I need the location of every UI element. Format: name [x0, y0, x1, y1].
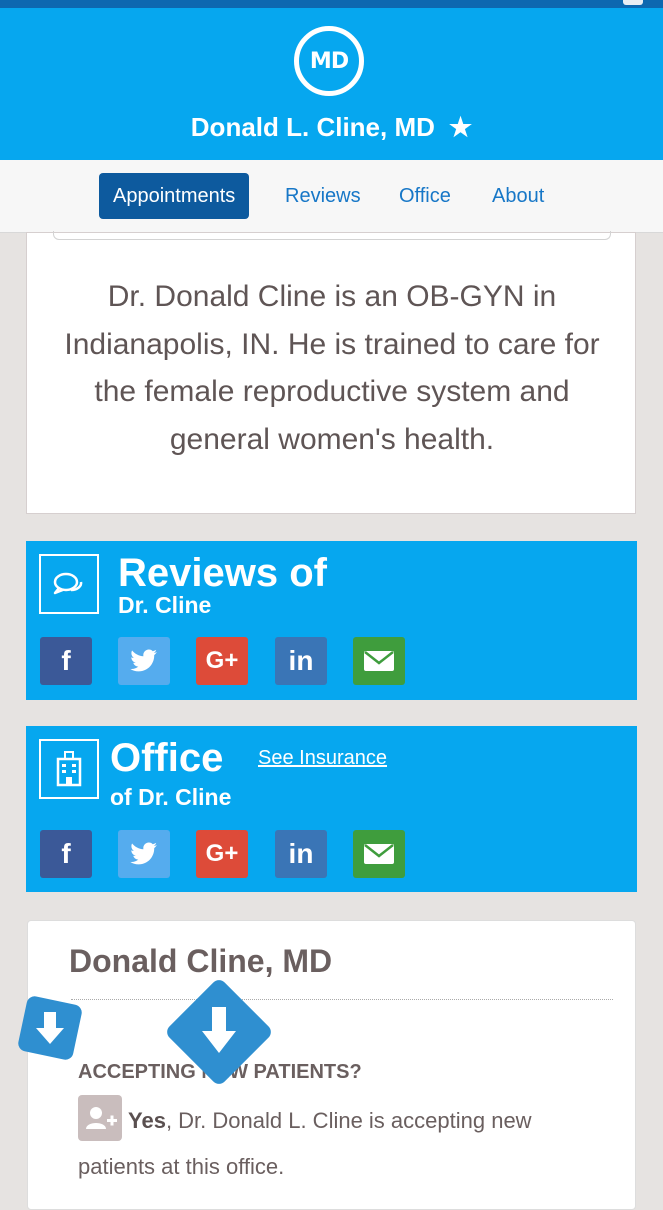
- google-plus-share-button[interactable]: G+: [196, 830, 248, 878]
- office-doctor-name: Donald Cline, MD: [69, 943, 333, 979]
- twitter-icon: [130, 842, 157, 865]
- status-indicator: [623, 0, 643, 5]
- md-logo[interactable]: MD: [294, 26, 364, 96]
- linkedin-icon: in: [288, 838, 314, 869]
- chat-bubbles-icon: [39, 554, 99, 614]
- envelope-icon: [364, 844, 394, 864]
- linkedin-share-button[interactable]: in: [275, 830, 327, 878]
- email-share-button[interactable]: [353, 637, 405, 685]
- google-plus-share-button[interactable]: G+: [196, 637, 248, 685]
- facebook-share-button[interactable]: f: [40, 830, 92, 878]
- reviews-section: Reviews of Dr. Cline f G+ in: [26, 541, 637, 700]
- google-plus-icon: G+: [205, 840, 239, 867]
- linkedin-share-button[interactable]: in: [275, 637, 327, 685]
- divider: [71, 999, 613, 1000]
- twitter-icon: [130, 649, 157, 672]
- google-plus-icon: G+: [205, 647, 239, 674]
- doctor-name-title: Donald L. Cline, MD ★: [0, 112, 663, 143]
- envelope-icon: [364, 651, 394, 671]
- add-person-icon: [78, 1095, 122, 1142]
- tab-appointments[interactable]: Appointments: [99, 173, 250, 219]
- accepting-patients-text: Yes, Dr. Donald L. Cline is accepting ne…: [78, 1095, 598, 1188]
- reviews-subtitle: Dr. Cline: [118, 592, 212, 618]
- office-details-card: Donald Cline, MD ACCEPTING NEW PATIENTS?…: [27, 920, 636, 1210]
- star-icon[interactable]: ★: [449, 112, 472, 142]
- hospital-building-icon: [39, 739, 99, 799]
- reviews-title: Reviews of: [118, 551, 327, 595]
- see-insurance-link[interactable]: See Insurance: [258, 747, 387, 770]
- twitter-share-button[interactable]: [118, 830, 170, 878]
- about-description: Dr. Donald Cline is an OB-GYN in Indiana…: [64, 280, 600, 456]
- section-tabs: Appointments Reviews Office About: [0, 160, 663, 233]
- facebook-icon: f: [61, 645, 71, 676]
- card-edge: [53, 231, 611, 240]
- facebook-share-button[interactable]: f: [40, 637, 92, 685]
- tab-about[interactable]: About: [492, 173, 544, 219]
- doctor-name: Donald L. Cline, MD: [190, 112, 435, 142]
- linkedin-icon: in: [288, 645, 314, 676]
- profile-header: MD Donald L. Cline, MD ★: [0, 8, 663, 160]
- status-bar: [0, 0, 663, 8]
- accepting-answer: Yes: [128, 1108, 166, 1133]
- office-subtitle: of Dr. Cline: [110, 784, 232, 810]
- twitter-share-button[interactable]: [118, 637, 170, 685]
- diagonal-arrow-overlay-icon: [163, 976, 275, 1088]
- down-arrow-overlay-icon: [16, 994, 84, 1062]
- email-share-button[interactable]: [353, 830, 405, 878]
- office-section: Office of Dr. Cline See Insurance f G+ i…: [26, 726, 637, 892]
- facebook-icon: f: [61, 838, 71, 869]
- tab-reviews[interactable]: Reviews: [285, 173, 361, 219]
- office-title: Office: [110, 736, 224, 780]
- about-card: Dr. Donald Cline is an OB-GYN in Indiana…: [26, 231, 636, 514]
- tab-office[interactable]: Office: [399, 173, 451, 219]
